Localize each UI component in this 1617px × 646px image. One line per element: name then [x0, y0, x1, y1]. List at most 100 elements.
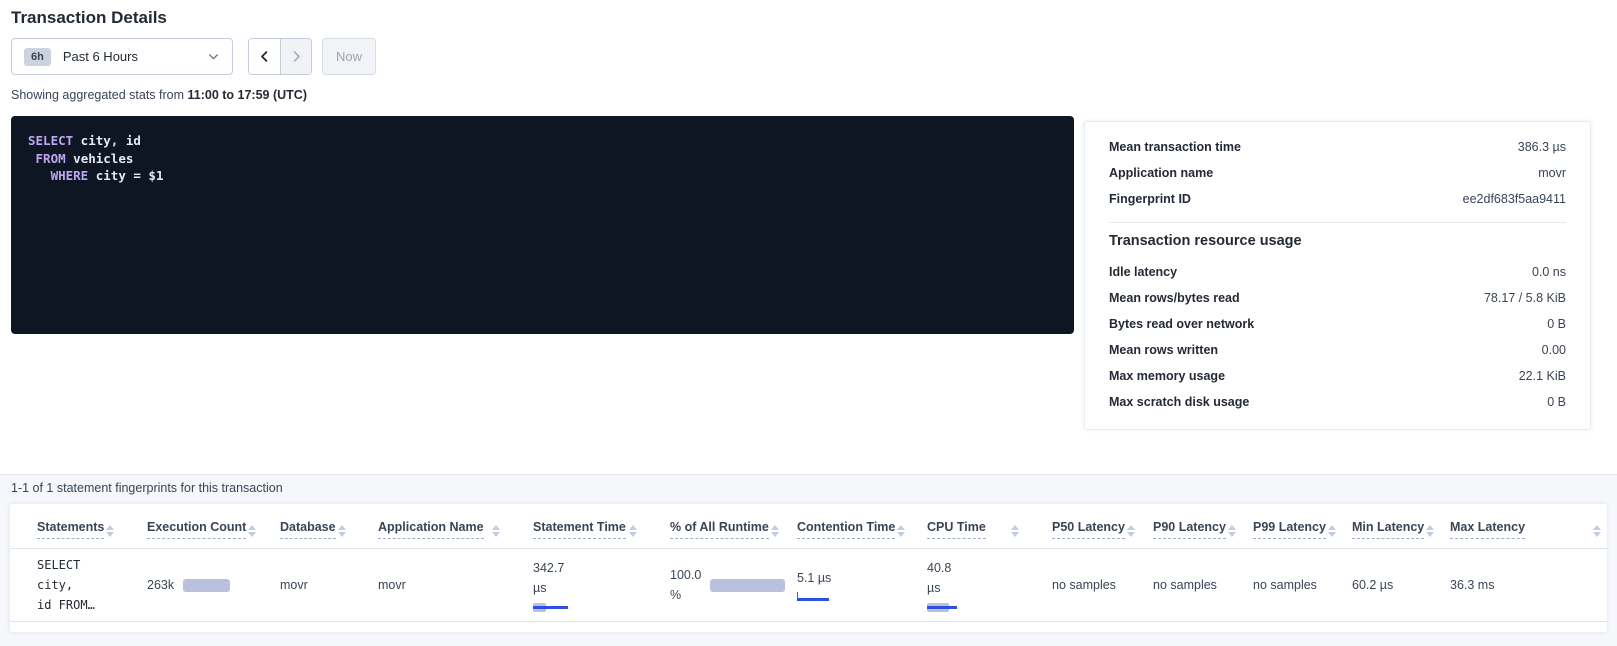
sort-icon[interactable]: [1009, 523, 1021, 539]
summary-row-value: 0.00: [1542, 343, 1566, 357]
previous-time-button[interactable]: [249, 39, 280, 74]
statement-line: id FROM…: [37, 595, 116, 615]
column-header-database[interactable]: Database: [253, 504, 351, 549]
time-range-dropdown[interactable]: 6h Past 6 Hours: [11, 38, 233, 75]
summary-row: Max scratch disk usage0 B: [1109, 389, 1566, 415]
chevron-right-icon: [289, 49, 304, 64]
column-header-inner[interactable]: Database: [253, 504, 351, 548]
sql-line: SELECT city, id: [28, 132, 1057, 150]
column-header-inner[interactable]: CPU Time: [900, 504, 1025, 548]
column-header-contention-time[interactable]: Contention Time: [770, 504, 900, 549]
next-time-button[interactable]: [280, 39, 311, 74]
column-header-p50-latency[interactable]: P50 Latency: [1025, 504, 1126, 549]
sort-icon[interactable]: [1326, 523, 1338, 539]
summary-row-label: Mean rows/bytes read: [1109, 291, 1240, 305]
sort-icon[interactable]: [1226, 523, 1238, 539]
sort-icon[interactable]: [1125, 523, 1137, 539]
execution-count-cell: 263k: [120, 549, 253, 622]
column-header-p90-latency[interactable]: P90 Latency: [1126, 504, 1226, 549]
column-header-inner[interactable]: Max Latency: [1423, 504, 1607, 548]
sort-asc-arrow: [1426, 525, 1434, 530]
sql-text: city, id: [73, 133, 141, 148]
column-header--of-all-runtime[interactable]: % of All Runtime: [643, 504, 770, 549]
column-header-inner[interactable]: Statements: [10, 504, 120, 548]
column-header-min-latency[interactable]: Min Latency: [1325, 504, 1423, 549]
sort-icon[interactable]: [627, 523, 639, 539]
column-header-statements[interactable]: Statements: [10, 504, 120, 549]
statement-time-cell: 342.7 µs: [506, 549, 643, 622]
column-header-inner[interactable]: P50 Latency: [1025, 504, 1126, 548]
sort-desc-arrow: [1593, 532, 1601, 537]
table-card-padding: [10, 622, 1607, 632]
summary-row-label: Max scratch disk usage: [1109, 395, 1249, 409]
sort-asc-arrow: [1011, 525, 1019, 530]
column-header-max-latency[interactable]: Max Latency: [1423, 504, 1607, 549]
statement-time-bar: [533, 603, 568, 612]
summary-divider: [1109, 222, 1566, 223]
column-header-cpu-time[interactable]: CPU Time: [900, 504, 1025, 549]
sort-icon[interactable]: [1424, 523, 1436, 539]
summary-row: Mean rows/bytes read78.17 / 5.8 KiB: [1109, 285, 1566, 311]
column-header-label: % of All Runtime: [670, 520, 769, 539]
column-header-inner[interactable]: Statement Time: [506, 504, 643, 548]
sort-desc-arrow: [492, 532, 500, 537]
sort-icon[interactable]: [246, 523, 258, 539]
sort-asc-arrow: [106, 525, 114, 530]
summary-row-label: Mean transaction time: [1109, 140, 1241, 154]
summary-row-label: Bytes read over network: [1109, 317, 1254, 331]
cpu-time-bar: [927, 603, 957, 612]
column-header-p99-latency[interactable]: P99 Latency: [1226, 504, 1325, 549]
column-header-inner[interactable]: P99 Latency: [1226, 504, 1325, 548]
statements-cell[interactable]: SELECT city,id FROM…: [10, 549, 120, 622]
column-header-inner[interactable]: P90 Latency: [1126, 504, 1226, 548]
sort-icon[interactable]: [1591, 523, 1603, 539]
summary-row-value: 0 B: [1547, 317, 1566, 331]
chevron-down-icon: [207, 50, 220, 63]
sort-asc-arrow: [771, 525, 779, 530]
column-header-application-name[interactable]: Application Name: [351, 504, 506, 549]
sql-keyword: FROM: [36, 151, 66, 166]
sql-text: [28, 168, 51, 183]
sort-icon[interactable]: [336, 523, 348, 539]
now-button[interactable]: Now: [322, 38, 376, 75]
column-header-inner[interactable]: Execution Count: [120, 504, 253, 548]
sort-icon[interactable]: [490, 523, 502, 539]
sort-icon[interactable]: [895, 523, 907, 539]
statement-link[interactable]: SELECT city,id FROM…: [37, 555, 116, 615]
min-latency-cell: 60.2 µs: [1325, 549, 1423, 622]
contention-time-bar: [797, 592, 829, 602]
percent-of-runtime-bar: [710, 579, 785, 592]
sql-code: SELECT city, id FROM vehicles WHERE city…: [28, 132, 1057, 185]
percent-of-runtime-value: 100.0 %: [670, 565, 701, 605]
table-header-row: StatementsExecution CountDatabaseApplica…: [10, 504, 1607, 549]
page-title: Transaction Details: [11, 8, 1606, 28]
column-header-label: P50 Latency: [1052, 520, 1125, 539]
time-range-label: Past 6 Hours: [63, 49, 207, 64]
transaction-summary-panel: Mean transaction time386.3 µsApplication…: [1084, 121, 1591, 430]
contention-time-cell: 5.1 µs: [770, 549, 900, 622]
summary-row: Mean transaction time386.3 µs: [1109, 134, 1566, 160]
statement-time-value: 342.7 µs: [533, 558, 577, 598]
sort-desc-arrow: [338, 532, 346, 537]
sort-desc-arrow: [1228, 532, 1236, 537]
column-header-inner[interactable]: Application Name: [351, 504, 506, 548]
p90-latency-cell: no samples: [1126, 549, 1226, 622]
summary-row: Application namemovr: [1109, 160, 1566, 186]
contention-time-bar-blue: [797, 598, 829, 601]
max-latency-cell: 36.3 ms: [1423, 549, 1607, 622]
sql-text: vehicles: [66, 151, 134, 166]
column-header-label: Statement Time: [533, 520, 626, 539]
column-header-inner[interactable]: % of All Runtime: [643, 504, 770, 548]
sort-icon[interactable]: [104, 523, 116, 539]
statements-section: 1-1 of 1 statement fingerprints for this…: [0, 474, 1617, 646]
resource-usage-rows: Idle latency0.0 nsMean rows/bytes read78…: [1109, 259, 1566, 415]
sql-line: WHERE city = $1: [28, 167, 1057, 185]
sort-icon[interactable]: [769, 523, 781, 539]
column-header-inner[interactable]: Contention Time: [770, 504, 900, 548]
column-header-statement-time[interactable]: Statement Time: [506, 504, 643, 549]
stats-note-range: 11:00 to 17:59 (UTC): [188, 88, 307, 102]
time-controls: 6h Past 6 Hours Now: [11, 38, 1606, 75]
column-header-execution-count[interactable]: Execution Count: [120, 504, 253, 549]
summary-row: Max memory usage22.1 KiB: [1109, 363, 1566, 389]
column-header-inner[interactable]: Min Latency: [1325, 504, 1423, 548]
